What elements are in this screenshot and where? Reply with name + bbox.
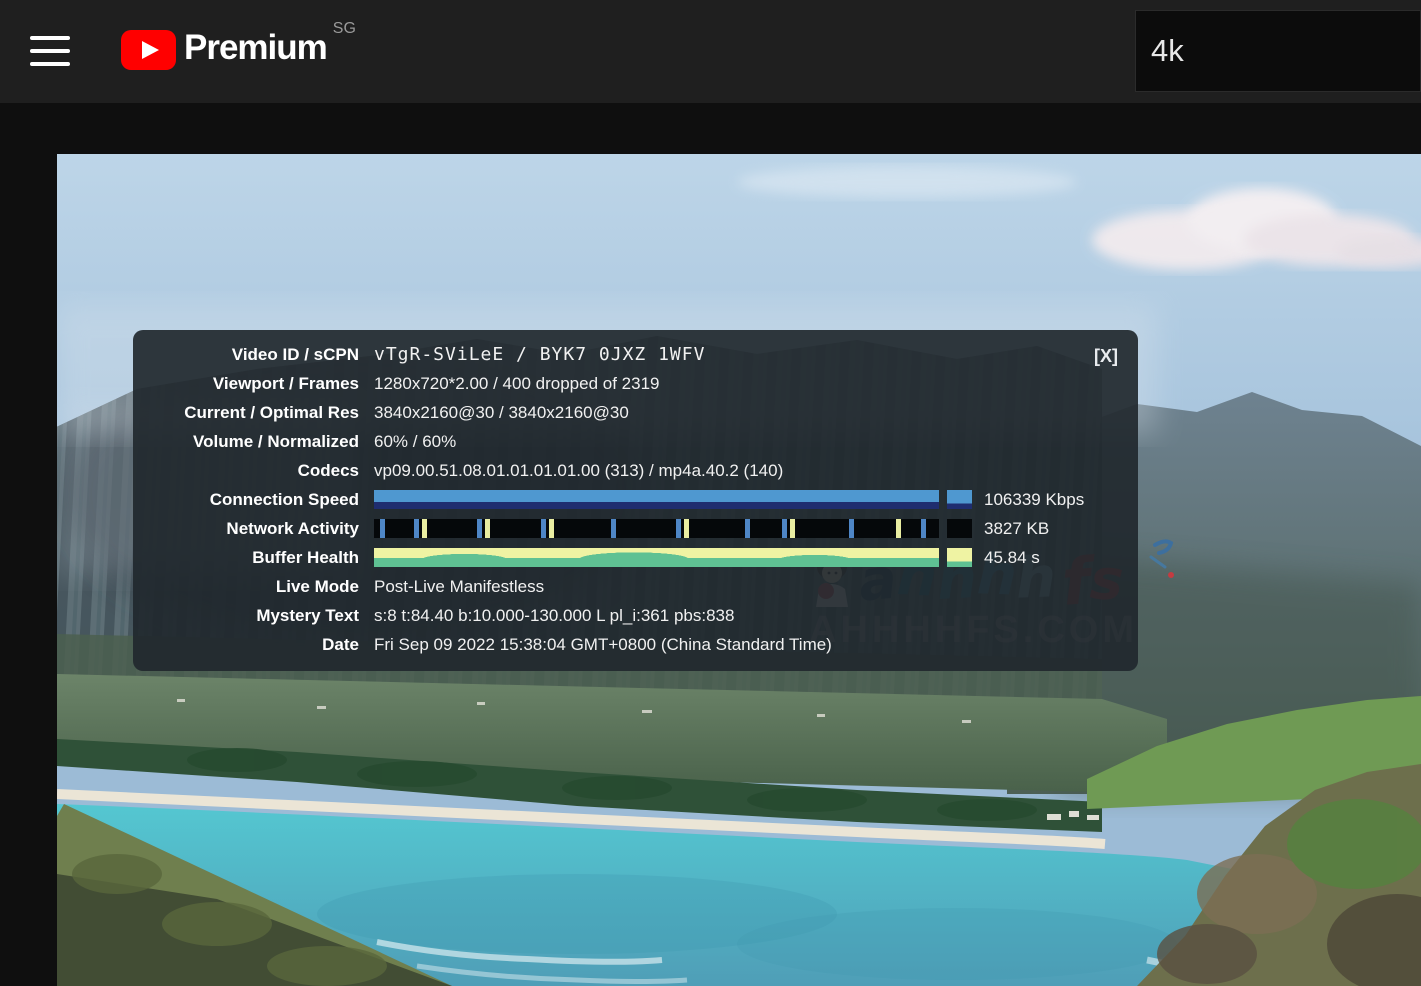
top-bar: Premium SG bbox=[0, 0, 1421, 103]
stats-row-resolution: Current / Optimal Res 3840x2160@30 / 384… bbox=[133, 398, 1138, 427]
search-input[interactable] bbox=[1136, 32, 1420, 70]
search-box[interactable] bbox=[1135, 10, 1421, 92]
stats-row-live-mode: Live Mode Post-Live Manifestless bbox=[133, 572, 1138, 601]
buffer-health-bar bbox=[374, 548, 972, 567]
stats-row-video-id: Video ID / sCPN vTgR-SViLeE / BYK7 0JXZ … bbox=[133, 340, 1138, 369]
youtube-play-icon bbox=[121, 30, 176, 70]
stats-row-mystery-text: Mystery Text s:8 t:84.40 b:10.000-130.00… bbox=[133, 601, 1138, 630]
video-frame[interactable]: ahhhhfs AHHHHFS.COM [X] Video ID / sCPN … bbox=[57, 154, 1421, 986]
stats-row-date: Date Fri Sep 09 2022 15:38:04 GMT+0800 (… bbox=[133, 630, 1138, 659]
close-icon[interactable]: [X] bbox=[1094, 346, 1118, 367]
network-activity-bar bbox=[374, 519, 972, 538]
brand-label: Premium bbox=[184, 28, 327, 68]
stats-row-connection-speed: Connection Speed 106339 Kbps bbox=[133, 485, 1138, 514]
stats-row-codecs: Codecs vp09.00.51.08.01.01.01.01.00 (313… bbox=[133, 456, 1138, 485]
region-label: SG bbox=[333, 20, 356, 38]
youtube-premium-logo[interactable]: Premium SG bbox=[121, 28, 356, 70]
stats-row-volume: Volume / Normalized 60% / 60% bbox=[133, 427, 1138, 456]
stats-row-buffer-health: Buffer Health 45.84 s bbox=[133, 543, 1138, 572]
stats-for-nerds-panel: [X] Video ID / sCPN vTgR-SViLeE / BYK7 0… bbox=[133, 330, 1138, 671]
connection-speed-bar bbox=[374, 490, 972, 509]
stats-row-viewport: Viewport / Frames 1280x720*2.00 / 400 dr… bbox=[133, 369, 1138, 398]
menu-icon[interactable] bbox=[30, 35, 70, 67]
stats-row-network-activity: Network Activity 3827 KB bbox=[133, 514, 1138, 543]
